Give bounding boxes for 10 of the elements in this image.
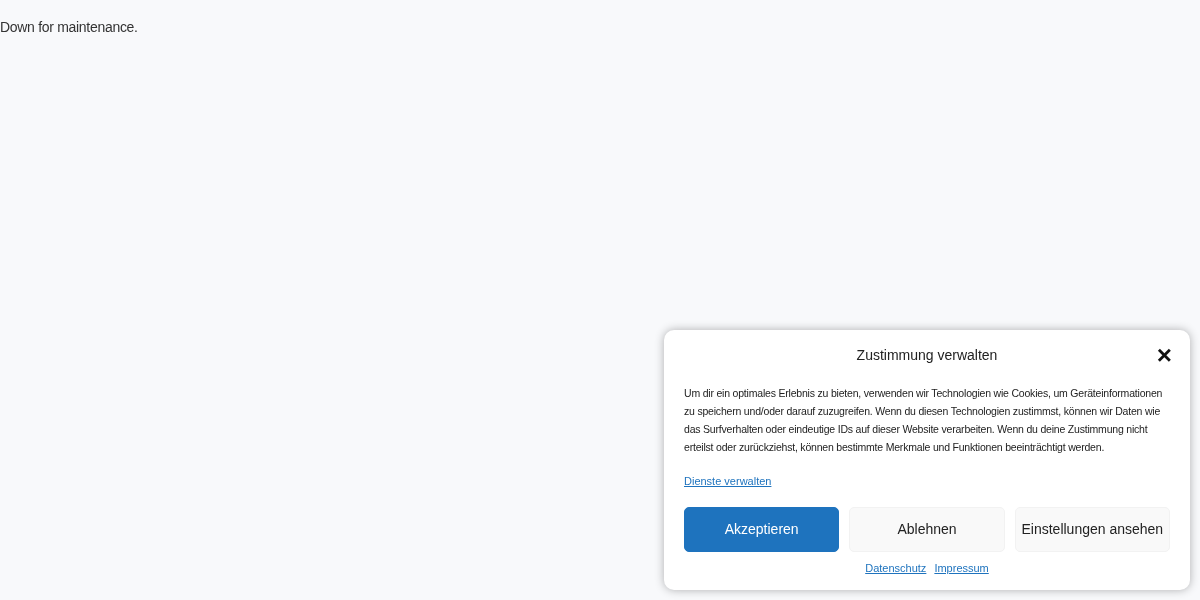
maintenance-message: Down for maintenance. <box>0 18 138 37</box>
accept-button[interactable]: Akzeptieren <box>684 506 840 552</box>
manage-services-link[interactable]: Dienste verwalten <box>684 474 772 487</box>
consent-text: Um dir ein optimales Erlebnis zu bieten, verwenden wir Technologien wie Cookies, um Geräteinformationen zu speichern und/oder darauf zuzugreifen. Wenn du diesen Technologien zustimmst, können wir Daten wie das Surfverhalten oder eindeutige IDs auf dieser Website verarbeiten. Wenn du deine Zustimmung nicht erteilst oder zurückziehst, können bestimmte Merkmale und Funktionen beeinträchtigt werden. <box>684 385 1164 455</box>
option-button[interactable]: Ablehnen <box>849 506 1005 552</box>
option-button[interactable]: Einstellungen ansehen <box>1014 506 1170 552</box>
close-button[interactable]: × <box>1156 342 1172 368</box>
dialog-title: Zustimmung verwalten <box>856 345 998 365</box>
footer-link[interactable]: Impressum <box>934 559 989 576</box>
footer-link[interactable]: Datenschutz <box>865 559 927 576</box>
